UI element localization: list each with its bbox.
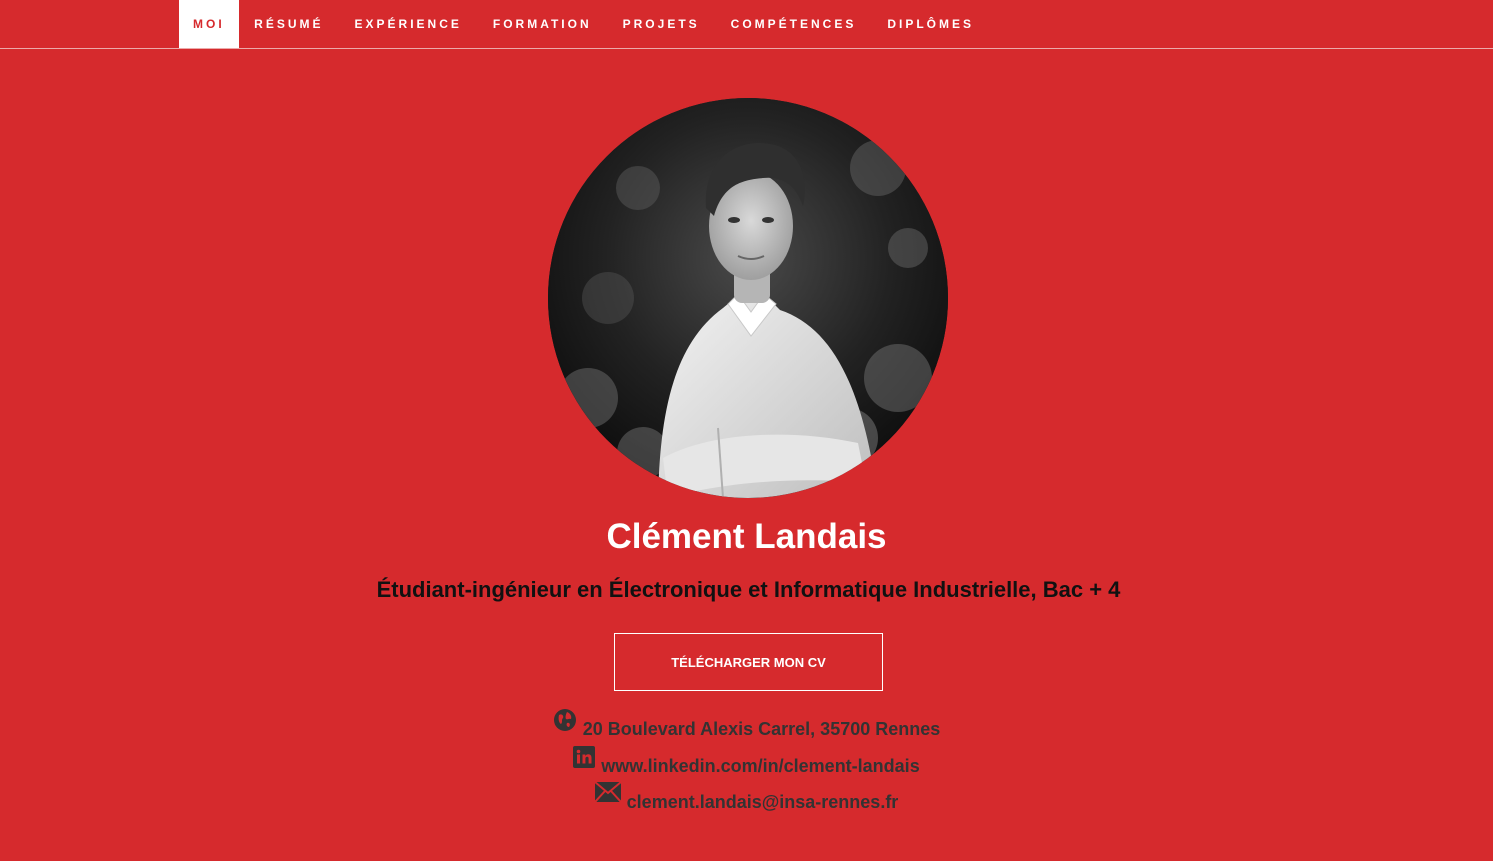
- nav-list: MOI RÉSUMÉ EXPÉRIENCE FORMATION PROJETS …: [179, 0, 990, 48]
- top-navigation: MOI RÉSUMÉ EXPÉRIENCE FORMATION PROJETS …: [0, 0, 1493, 49]
- globe-icon: [553, 708, 577, 737]
- address-text: 20 Boulevard Alexis Carrel, 35700 Rennes: [582, 719, 941, 739]
- contact-address: 20 Boulevard Alexis Carrel, 35700 Rennes: [0, 708, 1493, 740]
- envelope-icon: [593, 781, 622, 807]
- linkedin-icon[interactable]: [573, 746, 596, 773]
- nav-item-formation[interactable]: FORMATION: [477, 0, 607, 48]
- nav-item-projets[interactable]: PROJETS: [607, 0, 715, 48]
- nav-item-moi[interactable]: MOI: [179, 0, 239, 48]
- profile-photo: [548, 98, 948, 498]
- nav-item-experience[interactable]: EXPÉRIENCE: [339, 0, 477, 48]
- nav-item-resume[interactable]: RÉSUMÉ: [239, 0, 339, 48]
- contact-email: clement.landais@insa-rennes.fr: [0, 781, 1493, 813]
- nav-item-competences[interactable]: COMPÉTENCES: [715, 0, 872, 48]
- email-link[interactable]: clement.landais@insa-rennes.fr: [627, 791, 899, 813]
- linkedin-link[interactable]: www.linkedin.com/in/clement-landais: [601, 755, 919, 777]
- nav-item-diplomes[interactable]: DIPLÔMES: [872, 0, 990, 48]
- profile-headline: Étudiant-ingénieur en Électronique et In…: [376, 577, 1121, 602]
- contact-linkedin: www.linkedin.com/in/clement-landais: [0, 746, 1493, 777]
- profile-name: Clément Landais: [606, 517, 887, 556]
- download-cv-button[interactable]: TÉLÉCHARGER MON CV: [614, 633, 883, 691]
